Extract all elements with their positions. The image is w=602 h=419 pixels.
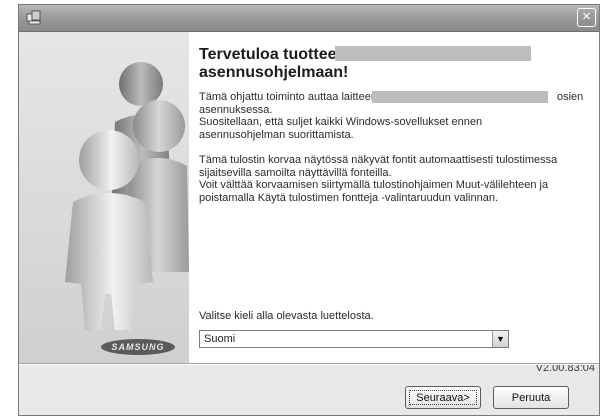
next-button-label: Seuraava> (409, 390, 477, 405)
page-title: Tervetuloa tuotteen asennusohjelmaan! (199, 46, 349, 81)
footer-divider (19, 363, 599, 365)
font-paragraph: Tämä tulostin korvaa näytössä näkyvät fo… (199, 154, 589, 204)
intro-paragraph: Tämä ohjattu toiminto auttaa laitteen os… (199, 91, 589, 141)
close-icon[interactable]: × (577, 8, 596, 27)
chevron-down-icon[interactable]: ▼ (492, 331, 508, 347)
intro-line-4: asennusohjelman suorittamista. (199, 128, 354, 141)
installer-window: × SAMSUNG Tervetuloa tuotteen asennusohj… (18, 4, 600, 416)
next-button[interactable]: Seuraava> (405, 386, 481, 409)
side-graphic-panel: SAMSUNG (19, 32, 189, 363)
language-select-value: Suomi (204, 333, 236, 345)
language-label: Valitse kieli alla olevasta luettelosta. (199, 310, 374, 322)
intro-line-2: asennuksessa. (199, 103, 273, 116)
font-line-1: Tämä tulostin korvaa näytössä näkyvät fo… (199, 154, 558, 166)
title-bar[interactable]: × (19, 5, 599, 32)
language-select[interactable]: Suomi ▼ (199, 330, 509, 348)
cancel-button[interactable]: Peruuta (493, 386, 569, 409)
redacted-product-name (335, 46, 531, 61)
people-illustration (65, 62, 189, 330)
setup-icon (26, 10, 42, 26)
intro-line-3: Suositellaan, että suljet kaikki Windows… (199, 116, 483, 129)
font-line-3: Voit välttää korvaamisen siirtymällä tul… (199, 179, 549, 192)
intro-line-1: Tämä ohjattu toiminto auttaa laitteen (199, 91, 377, 103)
font-line-4: poistamalla Käytä tulostimen fontteja -v… (199, 191, 499, 204)
redacted-model-name (372, 91, 548, 103)
samsung-logo: SAMSUNG (101, 339, 175, 355)
content-panel: Tervetuloa tuotteen asennusohjelmaan! Tä… (189, 32, 599, 374)
font-line-2: sijaitsevilla samoilta näyttävillä fonte… (199, 166, 392, 179)
intro-line-1-tail: osien (557, 91, 584, 103)
